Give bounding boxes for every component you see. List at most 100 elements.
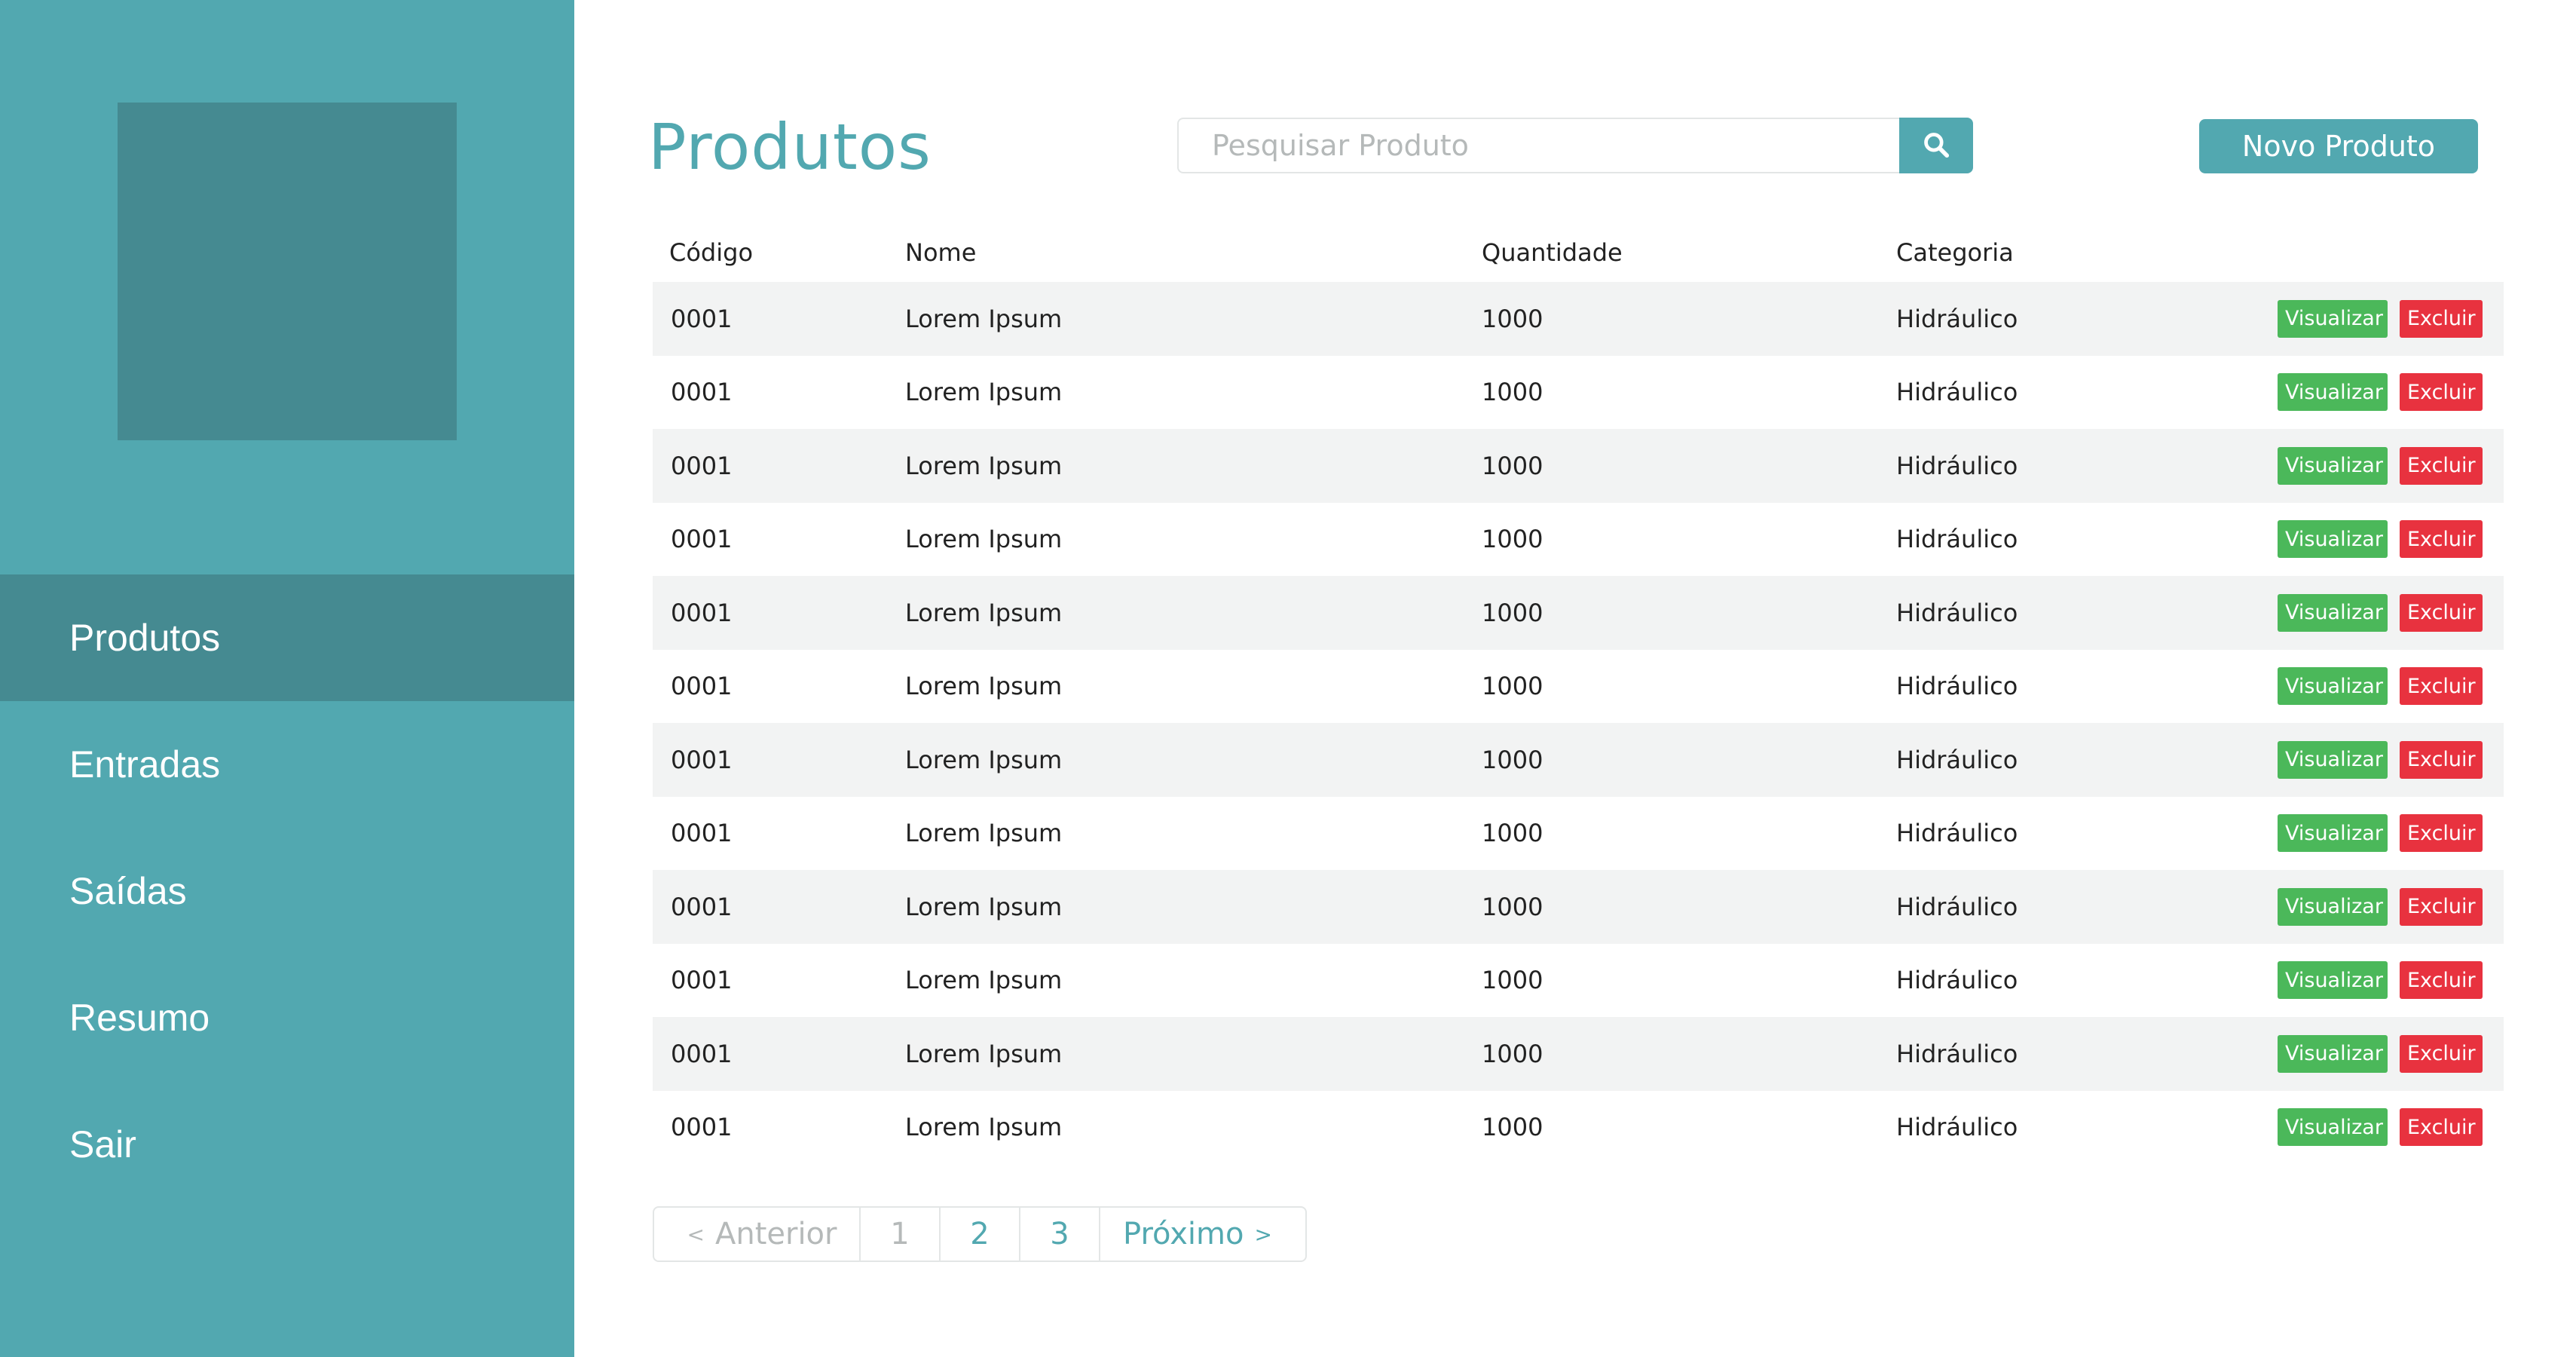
cell-quantity: 1000 — [1482, 672, 1543, 701]
pagination-page-2[interactable]: 2 — [941, 1208, 1020, 1261]
cell-code: 0001 — [671, 672, 733, 701]
cell-category: Hidráulico — [1896, 966, 2018, 995]
delete-button[interactable]: Excluir — [2400, 961, 2483, 1000]
sidebar-item-resumo[interactable]: Resumo — [0, 954, 574, 1081]
view-button[interactable]: Visualizar — [2278, 740, 2388, 779]
cell-name: Lorem Ipsum — [905, 672, 1063, 701]
view-button[interactable]: Visualizar — [2278, 961, 2388, 1000]
cell-category: Hidráulico — [1896, 451, 2018, 480]
cell-quantity: 1000 — [1482, 451, 1543, 480]
search-icon — [1922, 130, 1950, 161]
cell-code: 0001 — [671, 1039, 733, 1068]
cell-category: Hidráulico — [1896, 525, 2018, 554]
pagination-next-label: Próximo — [1123, 1217, 1244, 1251]
table-header: Código Nome Quantidade Categoria — [653, 223, 2504, 282]
cell-code: 0001 — [671, 1113, 733, 1142]
delete-button[interactable]: Excluir — [2400, 667, 2483, 706]
cell-quantity: 1000 — [1482, 745, 1543, 774]
column-header-quantity: Quantidade — [1482, 238, 1623, 267]
cell-quantity: 1000 — [1482, 892, 1543, 921]
cell-actions: Visualizar Excluir — [2258, 593, 2504, 632]
delete-button[interactable]: Excluir — [2400, 299, 2483, 338]
cell-actions: Visualizar Excluir — [2258, 667, 2504, 706]
pagination-previous-label: Anterior — [714, 1217, 837, 1251]
view-button[interactable]: Visualizar — [2278, 373, 2388, 412]
sidebar-item-saidas[interactable]: Saídas — [0, 828, 574, 954]
column-header-category: Categoria — [1896, 238, 2014, 267]
delete-button[interactable]: Excluir — [2400, 446, 2483, 485]
cell-name: Lorem Ipsum — [905, 819, 1063, 848]
logo-placeholder — [118, 103, 457, 440]
sidebar-item-label: Sair — [69, 1123, 136, 1166]
table-row: 0001 Lorem Ipsum 1000 Hidráulico Visualizar E… — [653, 944, 2504, 1018]
cell-category: Hidráulico — [1896, 672, 2018, 701]
cell-name: Lorem Ipsum — [905, 304, 1063, 333]
cell-name: Lorem Ipsum — [905, 892, 1063, 921]
cell-quantity: 1000 — [1482, 819, 1543, 848]
search-bar — [1177, 118, 1973, 173]
cell-quantity: 1000 — [1482, 1039, 1543, 1068]
cell-quantity: 1000 — [1482, 304, 1543, 333]
cell-actions: Visualizar Excluir — [2258, 373, 2504, 412]
view-button[interactable]: Visualizar — [2278, 814, 2388, 853]
cell-category: Hidráulico — [1896, 745, 2018, 774]
cell-category: Hidráulico — [1896, 1039, 2018, 1068]
view-button[interactable]: Visualizar — [2278, 1108, 2388, 1147]
table-row: 0001 Lorem Ipsum 1000 Hidráulico Visualizar E… — [653, 723, 2504, 797]
main-content: Produtos Novo Produto Código Nome Quanti… — [574, 0, 2576, 1357]
view-button[interactable]: Visualizar — [2278, 887, 2388, 926]
cell-code: 0001 — [671, 451, 733, 480]
table-row: 0001 Lorem Ipsum 1000 Hidráulico Visualizar E… — [653, 429, 2504, 503]
cell-category: Hidráulico — [1896, 304, 2018, 333]
view-button[interactable]: Visualizar — [2278, 593, 2388, 632]
cell-actions: Visualizar Excluir — [2258, 887, 2504, 926]
new-product-button[interactable]: Novo Produto — [2199, 119, 2478, 173]
sidebar-item-produtos[interactable]: Produtos — [0, 574, 574, 701]
delete-button[interactable]: Excluir — [2400, 520, 2483, 559]
page-title: Produtos — [648, 110, 932, 184]
cell-quantity: 1000 — [1482, 598, 1543, 627]
delete-button[interactable]: Excluir — [2400, 593, 2483, 632]
cell-quantity: 1000 — [1482, 378, 1543, 407]
delete-button[interactable]: Excluir — [2400, 740, 2483, 779]
table-row: 0001 Lorem Ipsum 1000 Hidráulico Visualizar E… — [653, 870, 2504, 944]
view-button[interactable]: Visualizar — [2278, 520, 2388, 559]
sidebar-item-label: Resumo — [69, 997, 210, 1039]
view-button[interactable]: Visualizar — [2278, 299, 2388, 338]
delete-button[interactable]: Excluir — [2400, 1108, 2483, 1147]
search-input[interactable] — [1177, 118, 1899, 173]
table-row: 0001 Lorem Ipsum 1000 Hidráulico Visualizar E… — [653, 1017, 2504, 1091]
pagination-page-1[interactable]: 1 — [861, 1208, 941, 1261]
cell-code: 0001 — [671, 525, 733, 554]
cell-category: Hidráulico — [1896, 892, 2018, 921]
cell-actions: Visualizar Excluir — [2258, 740, 2504, 779]
cell-code: 0001 — [671, 745, 733, 774]
cell-category: Hidráulico — [1896, 378, 2018, 407]
sidebar-item-sair[interactable]: Sair — [0, 1081, 574, 1208]
view-button[interactable]: Visualizar — [2278, 446, 2388, 485]
sidebar-item-label: Entradas — [69, 743, 221, 786]
table-row: 0001 Lorem Ipsum 1000 Hidráulico Visualizar E… — [653, 503, 2504, 577]
cell-name: Lorem Ipsum — [905, 1039, 1063, 1068]
sidebar-item-entradas[interactable]: Entradas — [0, 701, 574, 828]
pagination-page-3[interactable]: 3 — [1020, 1208, 1100, 1261]
delete-button[interactable]: Excluir — [2400, 887, 2483, 926]
cell-name: Lorem Ipsum — [905, 451, 1063, 480]
cell-code: 0001 — [671, 598, 733, 627]
table-row: 0001 Lorem Ipsum 1000 Hidráulico Visualizar E… — [653, 650, 2504, 724]
view-button[interactable]: Visualizar — [2278, 667, 2388, 706]
search-button[interactable] — [1899, 118, 1973, 173]
pagination-next[interactable]: Próximo > — [1100, 1208, 1305, 1261]
column-header-name: Nome — [905, 238, 977, 267]
table-row: 0001 Lorem Ipsum 1000 Hidráulico Visualizar E… — [653, 1091, 2504, 1165]
pagination-previous[interactable]: < Anterior — [654, 1208, 861, 1261]
cell-category: Hidráulico — [1896, 819, 2018, 848]
chevron-right-icon: > — [1254, 1221, 1272, 1247]
delete-button[interactable]: Excluir — [2400, 373, 2483, 412]
delete-button[interactable]: Excluir — [2400, 814, 2483, 853]
delete-button[interactable]: Excluir — [2400, 1034, 2483, 1073]
table-row: 0001 Lorem Ipsum 1000 Hidráulico Visualizar E… — [653, 576, 2504, 650]
view-button[interactable]: Visualizar — [2278, 1034, 2388, 1073]
cell-actions: Visualizar Excluir — [2258, 1034, 2504, 1073]
sidebar-item-label: Produtos — [69, 617, 221, 659]
